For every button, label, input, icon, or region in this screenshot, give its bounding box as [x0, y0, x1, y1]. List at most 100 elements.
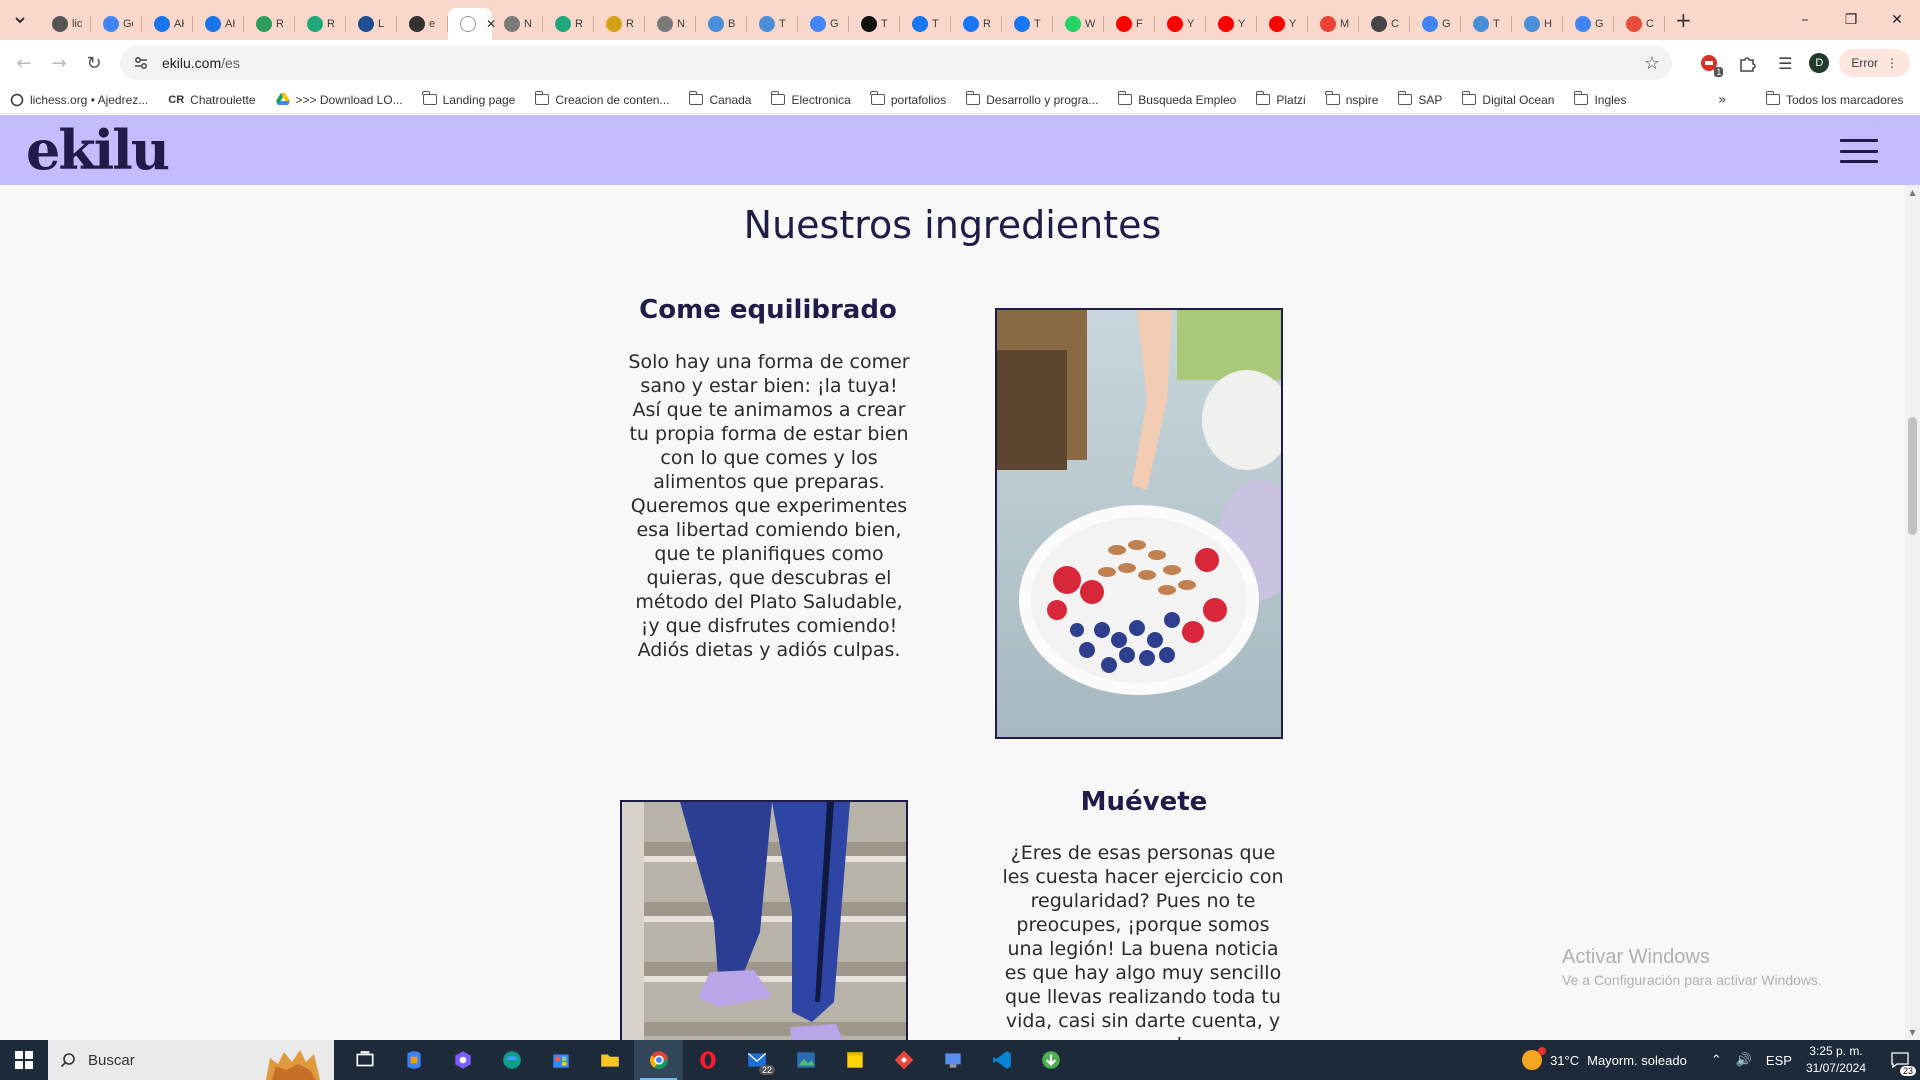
bookmark-item[interactable]: CR Chatroulette [168, 93, 255, 107]
error-menu-button[interactable]: Error ⋮ [1839, 49, 1910, 77]
taskbar-file-explorer-button[interactable] [585, 1040, 634, 1080]
bookmark-item[interactable]: >>> Download LO... [275, 93, 403, 107]
bookmark-item[interactable]: lichess.org • Ajedrez... [10, 93, 148, 107]
taskbar-sticky-notes-button[interactable] [830, 1040, 879, 1080]
bookmark-label: Busqueda Empleo [1138, 92, 1237, 107]
site-info-icon[interactable] [132, 54, 150, 72]
reload-button[interactable]: ↻ [78, 47, 110, 79]
browser-tab[interactable]: T [1461, 8, 1512, 40]
bookmark-item[interactable]: Canada [688, 91, 751, 107]
taskbar-clock[interactable]: 3:25 p. m. 31/07/2024 [1806, 1043, 1866, 1077]
browser-tab[interactable]: Y [1206, 8, 1257, 40]
browser-tab[interactable]: R [295, 8, 346, 40]
active-browser-tab[interactable]: R✕ [448, 8, 496, 40]
taskbar-anydesk-button[interactable] [879, 1040, 928, 1080]
volume-icon[interactable]: 🔊 [1736, 1052, 1752, 1068]
new-tab-button[interactable]: + [1675, 8, 1692, 32]
back-button[interactable]: ← [8, 47, 40, 79]
browser-tab[interactable]: R [543, 8, 594, 40]
restore-button[interactable]: ❐ [1828, 0, 1874, 40]
bookmark-item[interactable]: Creacion de conten... [534, 91, 669, 107]
folder-icon [422, 91, 437, 105]
taskbar-network-app-button[interactable] [928, 1040, 977, 1080]
browser-tab[interactable]: F [1104, 8, 1155, 40]
bookmark-item[interactable]: Busqueda Empleo [1117, 91, 1237, 107]
extensions-puzzle-icon[interactable] [1733, 49, 1761, 77]
scroll-up-arrow-icon[interactable]: ▲ [1905, 185, 1920, 200]
bookmark-item[interactable]: Ingles [1573, 91, 1626, 107]
language-indicator[interactable]: ESP [1766, 1053, 1792, 1068]
bookmark-item[interactable]: Platzi [1255, 91, 1306, 107]
taskbar-edge-button[interactable] [487, 1040, 536, 1080]
browser-tab[interactable]: M [1308, 8, 1359, 40]
bookmark-item[interactable]: nspire [1325, 91, 1378, 107]
browser-tab[interactable]: R [951, 8, 1002, 40]
browser-tab[interactable]: e [397, 8, 448, 40]
notification-center-button[interactable]: 23 [1880, 1040, 1920, 1080]
taskbar-mail-button[interactable]: 22 [732, 1040, 781, 1080]
tab-favicon-icon [1626, 16, 1642, 32]
tab-search-button[interactable] [8, 8, 32, 32]
weather-widget[interactable]: 31°C Mayorm. soleado [1522, 1047, 1687, 1070]
taskbar-opera-button[interactable] [683, 1040, 732, 1080]
browser-tab[interactable]: Y [1257, 8, 1308, 40]
bookmark-item[interactable]: portafolios [870, 91, 946, 107]
browser-tab[interactable]: L [346, 8, 397, 40]
taskbar-vscode-button[interactable] [977, 1040, 1026, 1080]
browser-tab-strip: lichess Google AK V AK V R R Le R✕ N R R N B T G T T R T W F… [0, 0, 1920, 40]
browser-tab[interactable]: T [849, 8, 900, 40]
profile-avatar[interactable]: D [1809, 53, 1830, 73]
media-control-icon[interactable]: ☰ [1771, 49, 1799, 77]
bookmark-item[interactable]: Desarrollo y progra... [965, 91, 1098, 107]
forward-button[interactable]: → [43, 47, 75, 79]
browser-tab[interactable]: AK V [142, 8, 193, 40]
taskbar-torrent-button[interactable] [1026, 1040, 1075, 1080]
close-window-button[interactable]: ✕ [1874, 0, 1920, 40]
show-hidden-icons-chevron-icon[interactable]: ⌃ [1711, 1052, 1722, 1068]
taskbar-photos-button[interactable] [781, 1040, 830, 1080]
browser-tab[interactable]: T [1002, 8, 1053, 40]
minimize-button[interactable]: – [1782, 0, 1828, 40]
hamburger-menu-icon[interactable] [1840, 139, 1878, 163]
browser-tab[interactable]: W [1053, 8, 1104, 40]
browser-tab[interactable]: G [1410, 8, 1461, 40]
browser-tab[interactable]: Google [91, 8, 142, 40]
taskbar-search-box[interactable]: Buscar [48, 1040, 334, 1080]
browser-tab[interactable]: lichess [40, 8, 91, 40]
browser-tab[interactable]: G [798, 8, 849, 40]
browser-tab[interactable]: N [492, 8, 543, 40]
ekilu-logo[interactable]: ekilu [26, 123, 170, 177]
all-bookmarks-button[interactable]: Todos los marcadores [1765, 91, 1903, 107]
browser-tab[interactable]: R [594, 8, 645, 40]
browser-tab[interactable]: Y [1155, 8, 1206, 40]
browser-tab[interactable]: H [1512, 8, 1563, 40]
taskbar-chrome-button[interactable] [634, 1040, 683, 1080]
taskbar-app-purple-button[interactable] [438, 1040, 487, 1080]
bookmark-item[interactable]: Landing page [422, 91, 515, 107]
browser-tab[interactable]: C [1359, 8, 1410, 40]
windows-start-button[interactable] [0, 1040, 48, 1080]
section-title: Nuestros ingredientes [743, 203, 1162, 247]
extension-badge-icon[interactable]: 1 [1695, 49, 1724, 77]
page-scrollbar[interactable]: ▲ ▼ [1905, 185, 1920, 1040]
scroll-down-arrow-icon[interactable]: ▼ [1905, 1025, 1920, 1040]
browser-tab[interactable]: N [645, 8, 696, 40]
network-app-icon [944, 1053, 961, 1068]
address-bar[interactable]: ekilu.com/es ☆ [120, 46, 1672, 80]
taskbar-copilot-button[interactable] [389, 1040, 438, 1080]
more-bookmarks-chevron-icon[interactable]: » [1718, 92, 1727, 108]
bookmark-item[interactable]: SAP [1397, 91, 1442, 107]
taskbar-task-view-button[interactable] [340, 1040, 389, 1080]
bookmark-item[interactable]: Digital Ocean [1461, 91, 1554, 107]
browser-tab[interactable]: AK V [193, 8, 244, 40]
bookmark-star-icon[interactable]: ☆ [1644, 53, 1660, 74]
bookmark-item[interactable]: Electronica [770, 91, 851, 107]
browser-tab[interactable]: B [696, 8, 747, 40]
taskbar-store-button[interactable] [536, 1040, 585, 1080]
browser-tab[interactable]: T [900, 8, 951, 40]
scroll-thumb[interactable] [1908, 417, 1917, 535]
browser-tab[interactable]: G [1563, 8, 1614, 40]
browser-tab[interactable]: C [1614, 8, 1665, 40]
browser-tab[interactable]: T [747, 8, 798, 40]
browser-tab[interactable]: R [244, 8, 295, 40]
